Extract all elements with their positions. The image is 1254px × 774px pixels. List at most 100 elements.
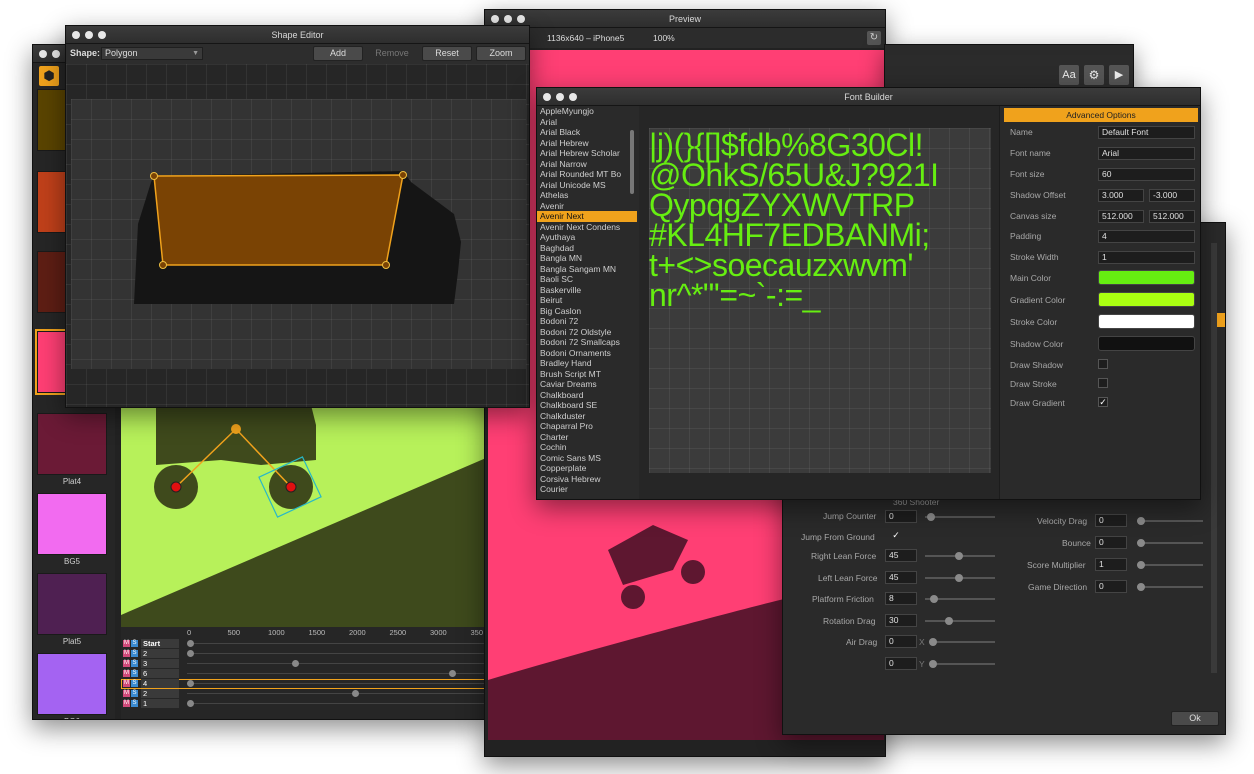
stroke-color-swatch[interactable]: [1098, 314, 1195, 329]
timeline-row[interactable]: M S Start: [121, 639, 491, 649]
gradient-color-swatch[interactable]: [1098, 292, 1195, 307]
font-list-item[interactable]: Chalkboard SE: [537, 400, 637, 411]
font-list-item[interactable]: Arial Unicode MS: [537, 180, 637, 191]
asset-thumbnail[interactable]: Plat4: [37, 413, 107, 489]
timeline-track[interactable]: [187, 653, 491, 654]
solo-toggle[interactable]: S: [131, 650, 138, 657]
timeline-row[interactable]: MS1: [121, 699, 491, 709]
cube-icon[interactable]: ⬢: [39, 66, 59, 86]
font-list-item[interactable]: Beirut: [537, 295, 637, 306]
keyframe-marker[interactable]: [187, 700, 194, 707]
refresh-icon[interactable]: ↻: [867, 31, 881, 45]
vertex-handle[interactable]: [399, 171, 407, 179]
font-list-item[interactable]: Bodoni 72 Smallcaps: [537, 337, 637, 348]
font-list-item[interactable]: Chalkduster: [537, 411, 637, 422]
font-list-item[interactable]: Bodoni 72 Oldstyle: [537, 327, 637, 338]
air-drag-y-slider[interactable]: [929, 660, 995, 668]
air-drag-x-field[interactable]: 0: [885, 635, 917, 648]
asset-thumbnail[interactable]: BG5: [37, 493, 107, 569]
air-drag-x-slider[interactable]: [929, 638, 995, 646]
font-size-field[interactable]: 60: [1098, 168, 1195, 181]
close-icon[interactable]: [491, 15, 499, 23]
platform-friction-slider[interactable]: [925, 595, 995, 603]
font-list[interactable]: AppleMyungjo Arial Arial Black Arial Hebrew…: [537, 106, 637, 499]
timeline-track[interactable]: [187, 663, 491, 664]
font-list-item[interactable]: Comic Sans MS: [537, 453, 637, 464]
solo-toggle[interactable]: S: [131, 680, 138, 687]
minimize-icon[interactable]: [52, 50, 60, 58]
font-list-item[interactable]: Arial Hebrew: [537, 138, 637, 149]
keyframe-marker[interactable]: [352, 690, 359, 697]
font-list-item[interactable]: Copperplate: [537, 463, 637, 474]
font-list-item[interactable]: Avenir Next Condens: [537, 222, 637, 233]
polygon-shape[interactable]: [153, 174, 404, 266]
stroke-width-field[interactable]: 1: [1098, 251, 1195, 264]
mute-toggle[interactable]: M: [123, 660, 130, 667]
glyph-atlas[interactable]: |j)(}{[]$fdb%8G30Cl! @OhkS/65U&J?921I Qypq…: [649, 128, 991, 473]
padding-field[interactable]: 4: [1098, 230, 1195, 243]
font-list-item[interactable]: Cochin: [537, 442, 637, 453]
keyframe-marker[interactable]: [187, 640, 194, 647]
font-list-item[interactable]: Arial: [537, 117, 637, 128]
zoom-button[interactable]: Zoom: [476, 46, 526, 61]
zoom-icon[interactable]: [569, 93, 577, 101]
shape-editor-titlebar[interactable]: Shape Editor: [66, 26, 529, 44]
rotation-drag-field[interactable]: 30: [885, 614, 917, 627]
font-list-item[interactable]: Avenir Next: [537, 211, 637, 222]
solo-toggle[interactable]: S: [131, 660, 138, 667]
wheel-anchor-left[interactable]: [170, 481, 182, 493]
font-list-item[interactable]: Charter: [537, 432, 637, 443]
solo-toggle[interactable]: S: [131, 690, 138, 697]
font-name-field[interactable]: Arial: [1098, 147, 1195, 160]
asset-thumbnail[interactable]: Plat5: [37, 573, 107, 649]
timeline-row[interactable]: MS6: [121, 669, 491, 679]
font-list-item[interactable]: Baghdad: [537, 243, 637, 254]
draw-shadow-checkbox[interactable]: [1098, 359, 1108, 369]
vertex-handle[interactable]: [150, 172, 158, 180]
font-list-item[interactable]: Courier: [537, 484, 637, 495]
font-list-item[interactable]: Baoli SC: [537, 274, 637, 285]
keyframe-marker[interactable]: [449, 670, 456, 677]
shadow-offset-x-field[interactable]: 3.000: [1098, 189, 1144, 202]
scene-canvas[interactable]: [121, 405, 491, 627]
mute-toggle[interactable]: M: [123, 680, 130, 687]
font-list-item[interactable]: Ayuthaya: [537, 232, 637, 243]
font-list-item[interactable]: Bodoni 72: [537, 316, 637, 327]
font-list-item[interactable]: Corsiva Hebrew: [537, 474, 637, 485]
jump-from-ground-checkbox[interactable]: ✓: [891, 531, 901, 541]
zoom-icon[interactable]: [98, 31, 106, 39]
mute-toggle[interactable]: M: [123, 650, 130, 657]
bounce-field[interactable]: 0: [1095, 536, 1127, 549]
draw-stroke-checkbox[interactable]: [1098, 378, 1108, 388]
font-list-item[interactable]: AppleMyungjo: [537, 106, 637, 117]
right-lean-slider[interactable]: [925, 552, 995, 560]
main-color-swatch[interactable]: [1098, 270, 1195, 285]
timeline-track[interactable]: [187, 643, 491, 644]
timeline-row[interactable]: MS2: [121, 649, 491, 659]
keyframe-marker[interactable]: [187, 650, 194, 657]
font-list-item[interactable]: Bradley Hand: [537, 358, 637, 369]
left-lean-field[interactable]: 45: [885, 571, 917, 584]
draw-gradient-checkbox[interactable]: ✓: [1098, 397, 1108, 407]
zoom-icon[interactable]: [517, 15, 525, 23]
physics-scrollbar[interactable]: [1211, 243, 1217, 673]
font-list-item[interactable]: Caviar Dreams: [537, 379, 637, 390]
canvas-width-field[interactable]: 512.000: [1098, 210, 1144, 223]
font-list-item[interactable]: Baskerville: [537, 285, 637, 296]
score-multiplier-field[interactable]: 1: [1095, 558, 1127, 571]
timeline-row[interactable]: MS4: [121, 679, 491, 689]
font-list-item[interactable]: Avenir: [537, 201, 637, 212]
font-list-item[interactable]: Bodoni Ornaments: [537, 348, 637, 359]
timeline-row[interactable]: MS3: [121, 659, 491, 669]
keyframe-marker[interactable]: [187, 680, 194, 687]
wheel-anchor-right[interactable]: [285, 481, 297, 493]
font-list-item[interactable]: Chaparral Pro: [537, 421, 637, 432]
velocity-drag-field[interactable]: 0: [1095, 514, 1127, 527]
font-list-item[interactable]: Bangla Sangam MN: [537, 264, 637, 275]
font-list-item[interactable]: Arial Narrow: [537, 159, 637, 170]
air-drag-y-field[interactable]: 0: [885, 657, 917, 670]
font-list-item[interactable]: Bangla MN: [537, 253, 637, 264]
play-icon[interactable]: ▶: [1109, 65, 1129, 85]
solo-toggle[interactable]: S: [131, 640, 138, 647]
jump-counter-slider[interactable]: [925, 513, 995, 521]
